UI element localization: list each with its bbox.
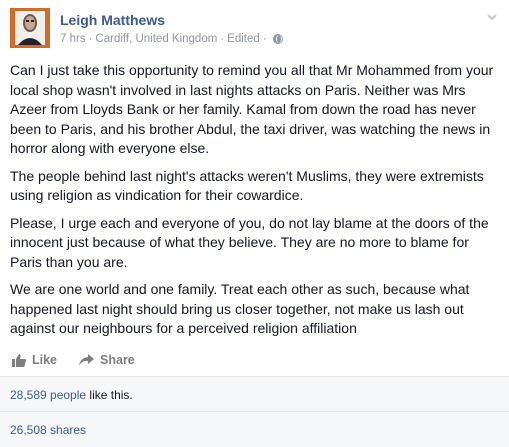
meta-separator: · (220, 33, 225, 45)
share-arrow-icon (79, 354, 95, 366)
thumbs-up-icon (12, 353, 26, 367)
post-paragraph: The people behind last night's attacks w… (10, 167, 484, 204)
facebook-post: Leigh Matthews 7 hrs · Cardiff, United K… (0, 0, 509, 447)
post-body: Can I just take this opportunity to remi… (10, 61, 502, 347)
edited-label[interactable]: Edited (227, 33, 260, 45)
meta-separator: · (262, 33, 267, 45)
post-actions: Like Share (12, 353, 135, 367)
post-paragraph: We are one world and one family. Treat e… (10, 281, 470, 336)
likes-count-link[interactable]: 28,589 people (10, 388, 86, 402)
like-label: Like (32, 353, 58, 367)
globe-icon[interactable] (272, 34, 283, 44)
stats-divider (0, 411, 509, 412)
post-paragraph: Please, I urge each and everyone of you,… (10, 214, 489, 270)
share-button[interactable]: Share (79, 353, 135, 367)
post-time[interactable]: 7 hrs (60, 33, 86, 45)
like-button[interactable]: Like (12, 353, 57, 367)
meta-separator: · (88, 33, 93, 45)
share-label: Share (100, 353, 135, 367)
post-location[interactable]: Cardiff, United Kingdom (95, 33, 217, 45)
likes-summary: 28,589 people like this. (10, 388, 133, 402)
post-paragraph: Can I just take this opportunity to remi… (10, 62, 494, 156)
likes-suffix: like this. (86, 388, 133, 402)
avatar-portrait-icon (10, 8, 50, 48)
author-avatar[interactable] (10, 8, 50, 48)
shares-count-link[interactable]: 26,508 shares (10, 423, 86, 437)
author-name[interactable]: Leigh Matthews (60, 12, 165, 28)
post-header: Leigh Matthews 7 hrs · Cardiff, United K… (10, 8, 499, 52)
chevron-down-icon[interactable] (485, 10, 499, 24)
post-meta: 7 hrs · Cardiff, United Kingdom · Edited… (60, 33, 283, 45)
